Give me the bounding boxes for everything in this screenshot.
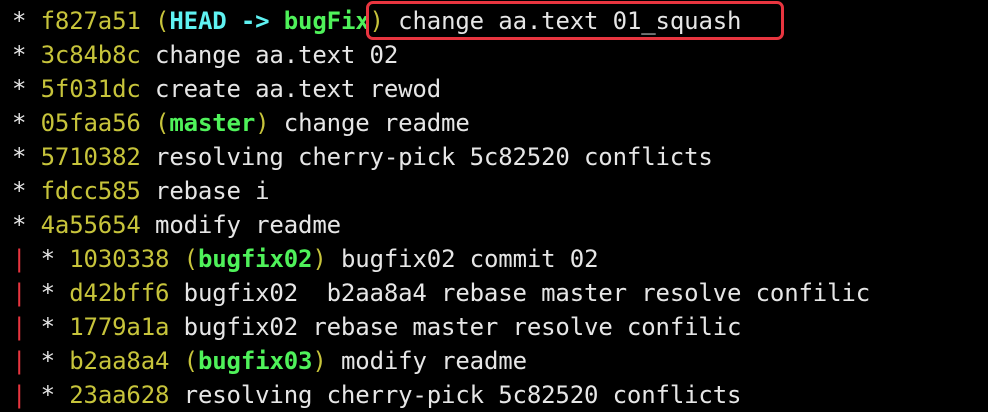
commit-hash: f827a51 [40,7,141,35]
graph-branch-line: | [12,245,27,273]
ref-close-paren: ) [369,7,384,35]
ref-close-paren: ) [312,347,327,375]
ref-open-paren: ( [183,347,198,375]
commit-message: bugfix02 b2aa8a4 rebase master resolve c… [183,279,871,307]
ref-open-paren: ( [183,245,198,273]
graph-prefix: * [26,279,70,307]
log-line: * 5710382 resolving cherry-pick 5c82520 … [12,140,713,174]
log-line: | * d42bff6 bugfix02 b2aa8a4 rebase mast… [12,276,870,310]
commit-hash: 5f031dc [40,75,141,103]
log-line: * 3c84b8c change aa.text 02 [12,38,398,72]
commit-hash: 23aa628 [69,381,170,409]
commit-hash: b2aa8a4 [69,347,170,375]
commit-hash: 5710382 [40,143,141,171]
graph-prefix: * [26,313,70,341]
commit-message: resolving cherry-pick 5c82520 conflicts [183,381,742,409]
log-line: * fdcc585 rebase i [12,174,270,208]
ref-open-paren: ( [155,109,170,137]
commit-message: resolving cherry-pick 5c82520 conflicts [155,143,713,171]
graph-branch-line: | [12,347,27,375]
commit-hash: 1030338 [69,245,170,273]
branch-ref: master [169,109,256,137]
commit-message: change aa.text 02 [155,41,399,69]
commit-message: create aa.text rewod [155,75,442,103]
log-line: | * 1779a1a bugfix02 rebase master resol… [12,310,741,344]
graph-branch-line: | [12,313,27,341]
commit-hash: 4a55654 [40,211,141,239]
graph-prefix: * [26,381,70,409]
branch-ref: bugfix02 [197,245,313,273]
log-line: * 5f031dc create aa.text rewod [12,72,441,106]
graph-prefix: * [26,347,70,375]
commit-message: modify readme [340,347,527,375]
log-line: * 05faa56 (master) change readme [12,106,470,140]
log-line: * f827a51 (HEAD -> bugFix) change aa.tex… [12,4,742,38]
ref-close-paren: ) [255,109,270,137]
log-line: | * b2aa8a4 (bugfix03) modify readme [12,344,527,378]
graph-prefix: * [12,41,41,69]
graph-prefix: * [12,143,41,171]
graph-prefix: * [12,177,41,205]
log-line: * 4a55654 modify readme [12,208,341,242]
commit-hash: 3c84b8c [40,41,141,69]
commit-hash: fdcc585 [40,177,141,205]
ref-close-paren: ) [312,245,327,273]
head-ref: HEAD -> [169,7,284,35]
commit-hash: d42bff6 [69,279,170,307]
terminal-window: * f827a51 (HEAD -> bugFix) change aa.tex… [0,0,988,409]
graph-branch-line: | [12,381,27,409]
commit-message: modify readme [155,211,341,239]
graph-branch-line: | [12,279,27,307]
branch-ref: bugFix [283,7,370,35]
commit-hash: 1779a1a [69,313,170,341]
ref-open-paren: ( [155,7,170,35]
commit-message: change aa.text 01_squash [398,7,742,35]
commit-message: rebase i [155,177,270,205]
graph-prefix: * [26,245,70,273]
commit-message: bugfix02 commit 02 [340,245,599,273]
graph-prefix: * [12,211,41,239]
graph-prefix: * [12,75,41,103]
graph-prefix: * [12,109,41,137]
log-line: | * 1030338 (bugfix02) bugfix02 commit 0… [12,242,599,276]
branch-ref: bugfix03 [197,347,313,375]
commit-message: change readme [283,109,470,137]
graph-prefix: * [12,7,41,35]
log-line: | * 23aa628 resolving cherry-pick 5c8252… [12,378,741,412]
commit-hash: 05faa56 [40,109,141,137]
commit-message: bugfix02 rebase master resolve confilic [183,313,742,341]
